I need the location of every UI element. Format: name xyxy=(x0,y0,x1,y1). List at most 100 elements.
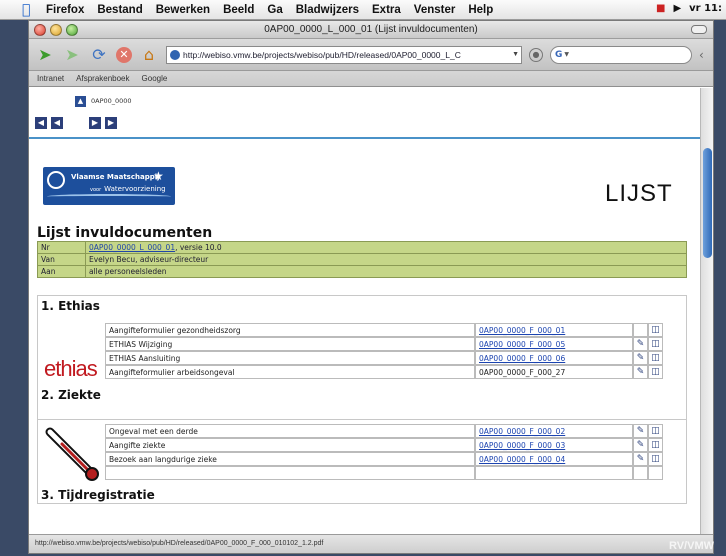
vmw-logo-mark-icon xyxy=(47,171,65,189)
watermark: RV/VMW xyxy=(668,540,714,552)
section-title: 1. Ethias xyxy=(41,299,100,313)
meta-key: Nr xyxy=(37,241,86,254)
menu-beeld[interactable]: Beeld xyxy=(223,4,254,16)
edit-icon[interactable]: ✎ xyxy=(633,424,648,438)
document-number-link[interactable]: 0AP00_0000_L_000_01 xyxy=(89,243,175,252)
list-item xyxy=(105,466,663,480)
document-id: 0AP00_0000 xyxy=(91,97,132,105)
back-arrow-icon[interactable]: ➤ xyxy=(35,45,55,65)
meta-key: Aan xyxy=(37,265,86,278)
thermometer-icon xyxy=(45,427,99,481)
zoom-button[interactable] xyxy=(66,24,78,36)
document-name: Aangifte ziekte xyxy=(105,438,475,452)
edit-icon[interactable]: ✎ xyxy=(633,365,648,379)
meta-row-nr: Nr 0AP00_0000_L_000_01, versie 10.0 xyxy=(37,241,687,254)
pdf-icon[interactable]: ◫ xyxy=(648,365,663,379)
site-icon xyxy=(170,49,180,60)
document-type-title: LIJST xyxy=(605,180,673,207)
document-name: ETHIAS Wijziging xyxy=(105,337,475,351)
status-bar: http://webiso.vmw.be/projects/webiso/pub… xyxy=(29,534,713,553)
stop-icon[interactable]: ✕ xyxy=(116,46,132,63)
pdf-icon[interactable]: ◫ xyxy=(648,452,663,466)
bookmark-intranet[interactable]: Intranet xyxy=(37,74,64,83)
clock[interactable]: vr 11: xyxy=(689,3,722,14)
menu-bestand[interactable]: Bestand xyxy=(97,4,142,16)
edit-icon[interactable]: ✎ xyxy=(633,337,648,351)
record-navigation: ◀ ◀ ▶ ▶ xyxy=(35,117,117,129)
scrollbar-thumb[interactable] xyxy=(703,148,712,258)
home-icon[interactable]: ⌂ xyxy=(139,45,159,65)
document-name: Aangifteformulier gezondheidszorg xyxy=(105,323,475,337)
volume-icon[interactable]: ▶ xyxy=(673,3,681,14)
meta-key: Van xyxy=(37,253,86,266)
menu-extra[interactable]: Extra xyxy=(372,4,401,16)
menu-app-firefox[interactable]: Firefox xyxy=(46,4,84,16)
menu-help[interactable]: Help xyxy=(468,4,493,16)
apple-menu-icon[interactable]:  xyxy=(22,2,38,18)
document-code-link[interactable]: 0AP00_0000_F_000_04 xyxy=(475,452,633,466)
window-controls xyxy=(34,24,78,36)
list-item: Ongeval met een derde 0AP00_0000_F_000_0… xyxy=(105,424,663,438)
document-name: Ongeval met een derde xyxy=(105,424,475,438)
pdf-icon[interactable]: ◫ xyxy=(648,351,663,365)
list-item: Aangifteformulier gezondheidszorg 0AP00_… xyxy=(105,323,663,337)
document-name: Aangifteformulier arbeidsongeval xyxy=(105,365,475,379)
pdf-icon[interactable]: ◫ xyxy=(648,337,663,351)
search-input[interactable]: G ▼ xyxy=(550,45,692,64)
bookmark-afsprakenboek[interactable]: Afsprakenboek xyxy=(76,74,129,83)
browser-window: 0AP00_0000_L_000_01 (Lijst invuldocument… xyxy=(28,20,714,554)
reload-icon[interactable]: ⟳ xyxy=(89,45,109,65)
page-content: ▲ 0AP00_0000 ◀ ◀ ▶ ▶ ★ Vlaamse Maatschap… xyxy=(29,88,713,534)
close-button[interactable] xyxy=(34,24,46,36)
logo-line-1: Vlaamse Maatschappij xyxy=(71,173,160,181)
edit-icon[interactable]: ✎ xyxy=(633,438,648,452)
previous-record-icon[interactable]: ◀ xyxy=(51,117,63,129)
menu-ga[interactable]: Ga xyxy=(267,4,282,16)
minimize-button[interactable] xyxy=(50,24,62,36)
section-title: 3. Tijdregistratie xyxy=(41,488,155,502)
menu-bladwijzers[interactable]: Bladwijzers xyxy=(296,4,359,16)
menu-bewerken[interactable]: Bewerken xyxy=(156,4,210,16)
document-code-link[interactable]: 0AP00_0000_F_000_06 xyxy=(475,351,633,365)
document-code-link[interactable]: 0AP00_0000_F_000_03 xyxy=(475,438,633,452)
vmw-logo: ★ Vlaamse Maatschappij voor Watervoorzien… xyxy=(43,167,175,205)
pdf-icon[interactable]: ◫ xyxy=(648,323,663,337)
pdf-icon[interactable]: ◫ xyxy=(648,424,663,438)
document-icon[interactable]: ▲ xyxy=(75,96,86,107)
first-record-icon[interactable]: ◀ xyxy=(35,117,47,129)
flag-icon[interactable]: ■ xyxy=(656,3,665,14)
window-title: 0AP00_0000_L_000_01 (Lijst invuldocument… xyxy=(264,24,478,35)
document-name: ETHIAS Aansluiting xyxy=(105,351,475,365)
document-code-link[interactable]: 0AP00_0000_F_000_01 xyxy=(475,323,633,337)
edit-icon[interactable]: ✎ xyxy=(633,452,648,466)
toolbar-overflow-icon[interactable]: ‹ xyxy=(699,48,704,62)
last-record-icon[interactable]: ▶ xyxy=(105,117,117,129)
empty-cell xyxy=(633,466,648,480)
document-toolbar: ▲ 0AP00_0000 ◀ ◀ ▶ ▶ xyxy=(29,88,700,139)
document-code: 0AP00_0000_F_000_27 xyxy=(475,365,633,379)
document-code-link[interactable]: 0AP00_0000_F_000_02 xyxy=(475,424,633,438)
edit-icon[interactable]: ✎ xyxy=(633,351,648,365)
empty-cell xyxy=(648,466,663,480)
url-bar[interactable]: http://webiso.vmw.be/projects/webiso/pub… xyxy=(166,45,522,64)
document-code-link[interactable]: 0AP00_0000_F_000_05 xyxy=(475,337,633,351)
forward-arrow-icon[interactable]: ➤ xyxy=(62,45,82,65)
toolbar-toggle-button[interactable] xyxy=(691,25,707,34)
next-record-icon[interactable]: ▶ xyxy=(89,117,101,129)
empty-cell xyxy=(105,466,475,480)
meta-value: 0AP00_0000_L_000_01, versie 10.0 xyxy=(85,241,687,254)
menubar-status: ■ ▶ vr 11: xyxy=(656,3,722,14)
bookmark-google[interactable]: Google xyxy=(142,74,168,83)
meta-row-aan: Aan alle personeelsleden xyxy=(37,265,687,278)
go-icon[interactable]: ● xyxy=(529,47,543,62)
menu-venster[interactable]: Venster xyxy=(414,4,456,16)
pdf-icon[interactable]: ◫ xyxy=(648,438,663,452)
meta-row-van: Van Evelyn Becu, adviseur-directeur xyxy=(37,253,687,266)
url-dropdown-icon[interactable]: ▼ xyxy=(512,51,521,58)
vertical-scrollbar[interactable] xyxy=(700,88,713,534)
url-text[interactable]: http://webiso.vmw.be/projects/webiso/pub… xyxy=(183,50,509,60)
list-item: ETHIAS Wijziging 0AP00_0000_F_000_05 ✎ ◫ xyxy=(105,337,663,351)
window-titlebar: 0AP00_0000_L_000_01 (Lijst invuldocument… xyxy=(29,21,713,39)
section-ziekte: Ongeval met een derde 0AP00_0000_F_000_0… xyxy=(37,402,687,504)
search-dropdown-icon[interactable]: ▼ xyxy=(564,51,569,58)
